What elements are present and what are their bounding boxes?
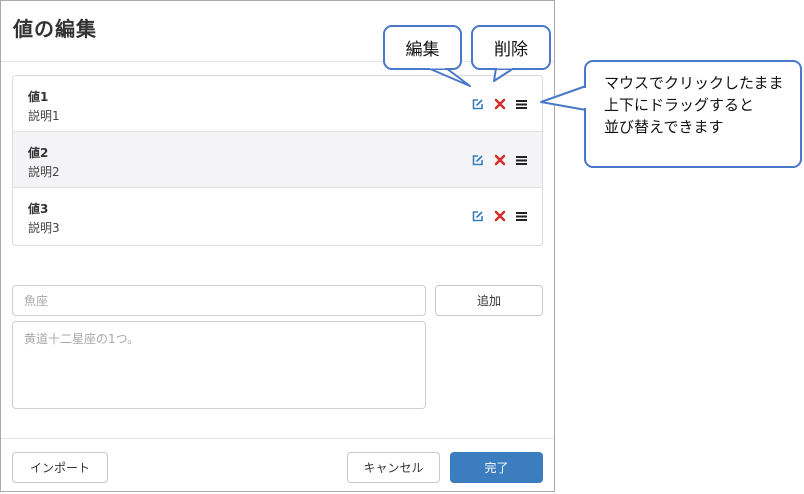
value-description-input[interactable]: [12, 321, 426, 409]
drag-callout-line: マウスでクリックしたまま: [604, 75, 784, 92]
edit-icon[interactable]: [471, 98, 484, 111]
delete-icon[interactable]: [493, 154, 506, 167]
edit-values-dialog: 値の編集 値1 説明1 値2 説明2 値3 説明3 魚座 追加 黄道十二星座の1…: [0, 0, 555, 492]
item-name: 値2: [28, 146, 49, 160]
drag-handle-icon[interactable]: [515, 210, 528, 223]
edit-icon[interactable]: [471, 210, 484, 223]
add-button[interactable]: 追加: [435, 285, 543, 316]
item-description: 説明2: [28, 165, 60, 179]
item-actions: [471, 96, 528, 112]
item-description: 説明1: [28, 109, 60, 123]
item-actions: [471, 208, 528, 224]
edit-icon[interactable]: [471, 154, 484, 167]
delete-callout: 削除: [471, 25, 551, 70]
list-item[interactable]: 値3 説明3: [13, 188, 542, 244]
drag-callout-line: 並び替えできます: [604, 119, 724, 136]
list-item[interactable]: 値1 説明1: [13, 76, 542, 132]
item-actions: [471, 152, 528, 168]
edit-callout: 編集: [383, 25, 462, 70]
item-name: 値1: [28, 90, 49, 104]
item-description: 説明3: [28, 221, 60, 235]
drag-callout: マウスでクリックしたまま 上下にドラッグすると 並び替えできます: [584, 60, 802, 168]
item-name: 値3: [28, 202, 49, 216]
value-name-input[interactable]: [12, 285, 426, 316]
drag-callout-line: 上下にドラッグすると: [604, 97, 755, 114]
done-button[interactable]: 完了: [450, 452, 543, 483]
value-list: 値1 説明1 値2 説明2 値3 説明3: [12, 75, 543, 246]
footer-divider: [1, 438, 554, 439]
drag-handle-icon[interactable]: [515, 98, 528, 111]
drag-handle-icon[interactable]: [515, 154, 528, 167]
dialog-title: 値の編集: [13, 17, 97, 41]
cancel-button[interactable]: キャンセル: [347, 452, 440, 483]
delete-icon[interactable]: [493, 98, 506, 111]
list-item[interactable]: 値2 説明2: [13, 132, 542, 188]
import-button[interactable]: インポート: [12, 452, 108, 483]
delete-icon[interactable]: [493, 210, 506, 223]
